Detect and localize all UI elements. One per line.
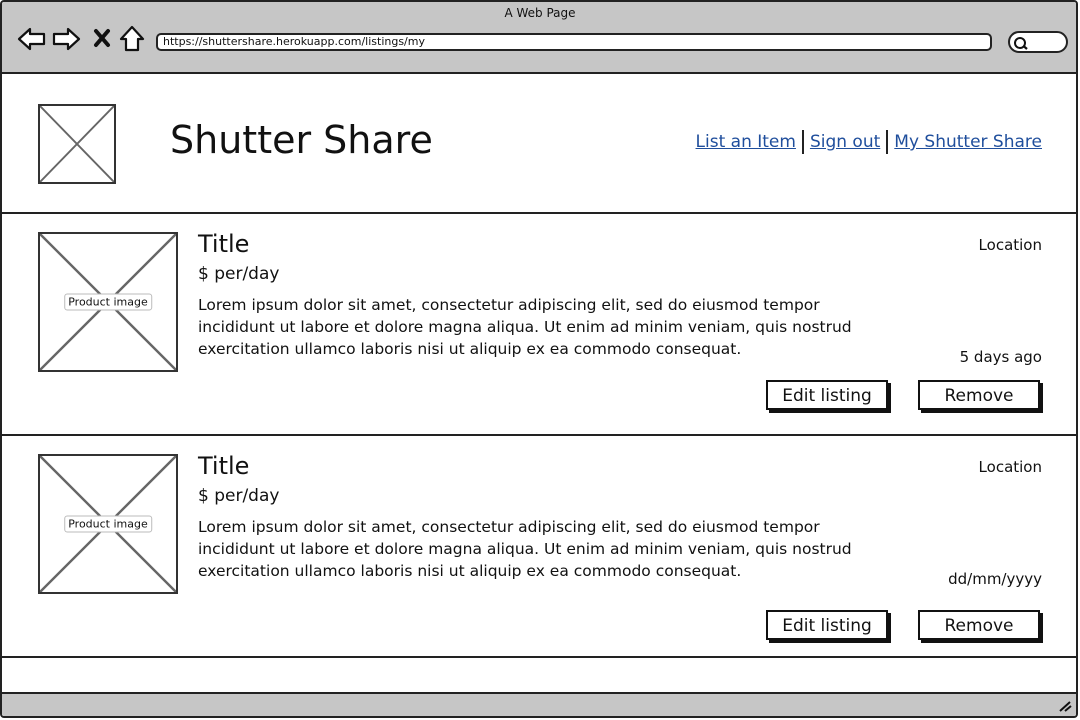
resize-grip-icon[interactable]	[1058, 700, 1072, 715]
listing-price: $ per/day	[198, 486, 280, 506]
listing-date: 5 days ago	[959, 348, 1042, 366]
browser-window: A Web Page https://shuttershare.herokuap…	[0, 0, 1078, 718]
nav-divider	[886, 130, 889, 154]
product-image: Product image	[38, 454, 178, 594]
listing-title: Title	[198, 230, 250, 258]
listing-card: Product image Title $ per/day Lorem ipsu…	[2, 214, 1076, 436]
site-header: Shutter Share List an Item Sign out My Shu…	[2, 74, 1076, 214]
listing-location: Location	[978, 236, 1042, 254]
sign-out-link[interactable]: Sign out	[810, 132, 880, 152]
product-image-label: Product image	[64, 515, 152, 533]
forward-icon[interactable]	[52, 24, 82, 54]
product-image: Product image	[38, 232, 178, 372]
listing-description: Lorem ipsum dolor sit amet, consectetur …	[198, 518, 852, 580]
listing-card: Product image Title $ per/day Lorem ipsu…	[2, 436, 1076, 658]
remove-button[interactable]: Remove	[918, 380, 1040, 410]
list-item-link[interactable]: List an Item	[696, 132, 796, 152]
close-icon[interactable]	[90, 24, 120, 54]
listing-location: Location	[978, 458, 1042, 476]
listing-title: Title	[198, 452, 250, 480]
remove-button[interactable]: Remove	[918, 610, 1040, 640]
listing-description: Lorem ipsum dolor sit amet, consectetur …	[198, 296, 852, 358]
logo-image	[38, 104, 116, 184]
my-shutter-share-link[interactable]: My Shutter Share	[894, 132, 1042, 152]
header-nav: List an Item Sign out My Shutter Share	[696, 130, 1042, 154]
home-icon[interactable]	[118, 24, 148, 54]
search-icon	[1013, 35, 1029, 54]
back-icon[interactable]	[16, 24, 46, 54]
product-image-label: Product image	[64, 293, 152, 311]
site-title: Shutter Share	[170, 118, 433, 162]
edit-listing-button[interactable]: Edit listing	[766, 380, 888, 410]
edit-listing-button[interactable]: Edit listing	[766, 610, 888, 640]
address-bar[interactable]: https://shuttershare.herokuapp.com/listi…	[156, 33, 992, 51]
listing-date: dd/mm/yyyy	[948, 570, 1042, 588]
status-bar	[2, 692, 1076, 716]
nav-divider	[801, 130, 804, 154]
browser-toolbar: A Web Page https://shuttershare.herokuap…	[2, 2, 1076, 74]
browser-search-box[interactable]	[1008, 31, 1068, 53]
listing-price: $ per/day	[198, 264, 280, 284]
window-title: A Web Page	[504, 6, 576, 20]
